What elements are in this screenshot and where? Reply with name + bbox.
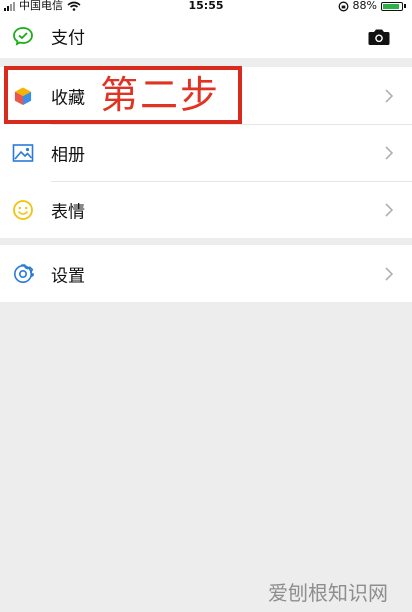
status-bar: 中国电信 15:55 88% xyxy=(0,0,412,14)
chevron-right-icon xyxy=(385,266,394,281)
rotation-lock-icon xyxy=(338,1,348,11)
chevron-right-icon xyxy=(385,145,394,160)
chevron-right-icon xyxy=(385,202,394,217)
battery-percent: 88% xyxy=(352,0,377,12)
image-icon xyxy=(12,143,34,162)
chevron-right-icon xyxy=(385,88,394,103)
status-right: 88% xyxy=(338,0,406,12)
menu-label-pay: 支付 xyxy=(51,28,85,49)
menu-item-settings[interactable]: 设置 xyxy=(0,245,412,302)
battery-icon xyxy=(381,1,403,11)
pay-group: 支付 xyxy=(0,14,412,58)
menu-label-album: 相册 xyxy=(51,145,85,165)
menu-label-stickers: 表情 xyxy=(51,202,85,222)
smiley-icon xyxy=(13,199,33,220)
annotation-step-label: 第二步 xyxy=(100,73,221,117)
menu-label-settings: 设置 xyxy=(51,266,85,286)
camera-icon[interactable] xyxy=(368,28,390,46)
menu-item-album[interactable]: 相册 xyxy=(0,124,412,181)
gear-icon xyxy=(14,263,34,283)
menu-item-stickers[interactable]: 表情 xyxy=(0,181,412,238)
wechat-pay-icon xyxy=(13,27,33,46)
watermark: 爱刨根知识网 xyxy=(268,581,388,605)
settings-group: 设置 xyxy=(0,245,412,302)
menu-item-pay[interactable]: 支付 xyxy=(0,14,412,58)
battery-cap xyxy=(404,4,406,8)
